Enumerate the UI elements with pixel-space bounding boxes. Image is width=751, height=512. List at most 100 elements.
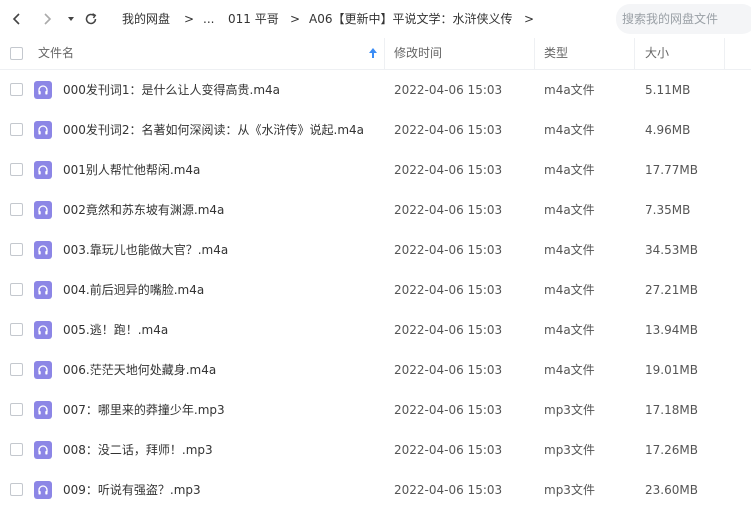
row-checkbox[interactable]	[10, 203, 23, 216]
file-size: 13.94MB	[645, 323, 698, 337]
row-checkbox[interactable]	[10, 83, 23, 96]
file-type: mp3文件	[544, 483, 595, 497]
sort-arrow-up-icon[interactable]	[368, 47, 378, 62]
file-modified: 2022-04-06 15:03	[394, 483, 503, 497]
file-row[interactable]: 005.逃！跑！.m4a 2022-04-06 15:03 m4a文件 13.9…	[0, 310, 751, 350]
file-type: m4a文件	[544, 203, 595, 217]
file-modified: 2022-04-06 15:03	[394, 203, 503, 217]
column-header-name[interactable]: 文件名	[38, 38, 74, 70]
file-type: m4a文件	[544, 363, 595, 377]
file-size: 17.26MB	[645, 443, 698, 457]
file-type: mp3文件	[544, 443, 595, 457]
file-size: 7.35MB	[645, 203, 691, 217]
history-dropdown-button[interactable]	[61, 9, 81, 29]
file-type: m4a文件	[544, 243, 595, 257]
row-checkbox[interactable]	[10, 123, 23, 136]
file-name[interactable]: 000发刊词1：是什么让人变得高贵.m4a	[63, 70, 280, 110]
search-input[interactable]: 搜索我的网盘文件	[616, 4, 751, 34]
file-name[interactable]: 003.靠玩儿也能做大官？.m4a	[63, 230, 228, 270]
chevron-right-icon	[44, 13, 52, 25]
file-row[interactable]: 001别人帮忙他帮闲.m4a 2022-04-06 15:03 m4a文件 17…	[0, 150, 751, 190]
file-type: m4a文件	[544, 123, 595, 137]
forward-button[interactable]	[37, 9, 57, 29]
refresh-icon	[85, 13, 97, 25]
file-size: 19.01MB	[645, 363, 698, 377]
file-type: m4a文件	[544, 163, 595, 177]
column-header-type[interactable]: 类型	[544, 38, 568, 70]
audio-headphones-icon	[34, 201, 52, 219]
file-name[interactable]: 005.逃！跑！.m4a	[63, 310, 168, 350]
file-name[interactable]: 000发刊词2：名著如何深阅读：从《水浒传》说起.m4a	[63, 110, 364, 150]
file-modified: 2022-04-06 15:03	[394, 123, 503, 137]
breadcrumb-separator: >	[524, 12, 535, 26]
breadcrumb-item-current[interactable]: A06【更新中】平说文学：水浒侠义传	[309, 11, 512, 27]
breadcrumb-item-root[interactable]: 我的网盘	[122, 11, 170, 27]
file-list-header: 文件名 修改时间 类型 大小	[0, 38, 751, 70]
audio-headphones-icon	[34, 81, 52, 99]
audio-headphones-icon	[34, 241, 52, 259]
file-row[interactable]: 006.茫茫天地何处藏身.m4a 2022-04-06 15:03 m4a文件 …	[0, 350, 751, 390]
audio-headphones-icon	[34, 401, 52, 419]
back-button[interactable]	[7, 9, 27, 29]
file-type: m4a文件	[544, 283, 595, 297]
breadcrumb-separator: >	[290, 12, 301, 26]
audio-headphones-icon	[34, 441, 52, 459]
file-type: m4a文件	[544, 323, 595, 337]
column-divider[interactable]	[384, 38, 385, 69]
file-row[interactable]: 004.前后迥异的嘴脸.m4a 2022-04-06 15:03 m4a文件 2…	[0, 270, 751, 310]
audio-headphones-icon	[34, 161, 52, 179]
row-checkbox[interactable]	[10, 403, 23, 416]
file-size: 4.96MB	[645, 123, 691, 137]
column-divider[interactable]	[634, 38, 635, 69]
audio-headphones-icon	[34, 481, 52, 499]
breadcrumb-item-folder[interactable]: 011 平哥	[228, 11, 279, 27]
file-name[interactable]: 002竟然和苏东坡有渊源.m4a	[63, 190, 224, 230]
chevron-left-icon	[12, 13, 20, 25]
refresh-button[interactable]	[81, 9, 101, 29]
row-checkbox[interactable]	[10, 283, 23, 296]
file-modified: 2022-04-06 15:03	[394, 163, 503, 177]
file-size: 34.53MB	[645, 243, 698, 257]
column-divider[interactable]	[534, 38, 535, 69]
breadcrumb-separator: >	[184, 12, 195, 26]
file-row[interactable]: 002竟然和苏东坡有渊源.m4a 2022-04-06 15:03 m4a文件 …	[0, 190, 751, 230]
file-modified: 2022-04-06 15:03	[394, 283, 503, 297]
column-divider[interactable]	[724, 38, 725, 69]
file-row[interactable]: 009：听说有强盗？.mp3 2022-04-06 15:03 mp3文件 23…	[0, 470, 751, 510]
file-modified: 2022-04-06 15:03	[394, 443, 503, 457]
file-row[interactable]: 003.靠玩儿也能做大官？.m4a 2022-04-06 15:03 m4a文件…	[0, 230, 751, 270]
toolbar: 我的网盘 > ... 011 平哥 > A06【更新中】平说文学：水浒侠义传 >…	[0, 0, 751, 37]
audio-headphones-icon	[34, 321, 52, 339]
file-modified: 2022-04-06 15:03	[394, 363, 503, 377]
breadcrumb-item-ellipsis[interactable]: ...	[203, 11, 214, 27]
audio-headphones-icon	[34, 281, 52, 299]
file-type: m4a文件	[544, 83, 595, 97]
file-row[interactable]: 007：哪里来的莽撞少年.mp3 2022-04-06 15:03 mp3文件 …	[0, 390, 751, 430]
file-row[interactable]: 000发刊词1：是什么让人变得高贵.m4a 2022-04-06 15:03 m…	[0, 70, 751, 110]
file-modified: 2022-04-06 15:03	[394, 323, 503, 337]
file-row[interactable]: 000发刊词2：名著如何深阅读：从《水浒传》说起.m4a 2022-04-06 …	[0, 110, 751, 150]
file-name[interactable]: 004.前后迥异的嘴脸.m4a	[63, 270, 204, 310]
file-row[interactable]: 008：没二话，拜师！.mp3 2022-04-06 15:03 mp3文件 1…	[0, 430, 751, 470]
row-checkbox[interactable]	[10, 483, 23, 496]
select-all-checkbox[interactable]	[10, 47, 23, 60]
row-checkbox[interactable]	[10, 243, 23, 256]
row-checkbox[interactable]	[10, 443, 23, 456]
audio-headphones-icon	[34, 361, 52, 379]
file-modified: 2022-04-06 15:03	[394, 83, 503, 97]
file-size: 17.18MB	[645, 403, 698, 417]
file-name[interactable]: 008：没二话，拜师！.mp3	[63, 430, 213, 470]
row-checkbox[interactable]	[10, 163, 23, 176]
column-header-size[interactable]: 大小	[645, 38, 669, 70]
file-name[interactable]: 006.茫茫天地何处藏身.m4a	[63, 350, 216, 390]
file-type: mp3文件	[544, 403, 595, 417]
file-name[interactable]: 001别人帮忙他帮闲.m4a	[63, 150, 200, 190]
row-checkbox[interactable]	[10, 323, 23, 336]
row-checkbox[interactable]	[10, 363, 23, 376]
file-modified: 2022-04-06 15:03	[394, 243, 503, 257]
file-size: 5.11MB	[645, 83, 691, 97]
file-name[interactable]: 009：听说有强盗？.mp3	[63, 470, 201, 510]
column-header-modified[interactable]: 修改时间	[394, 38, 442, 70]
file-size: 23.60MB	[645, 483, 698, 497]
file-name[interactable]: 007：哪里来的莽撞少年.mp3	[63, 390, 225, 430]
